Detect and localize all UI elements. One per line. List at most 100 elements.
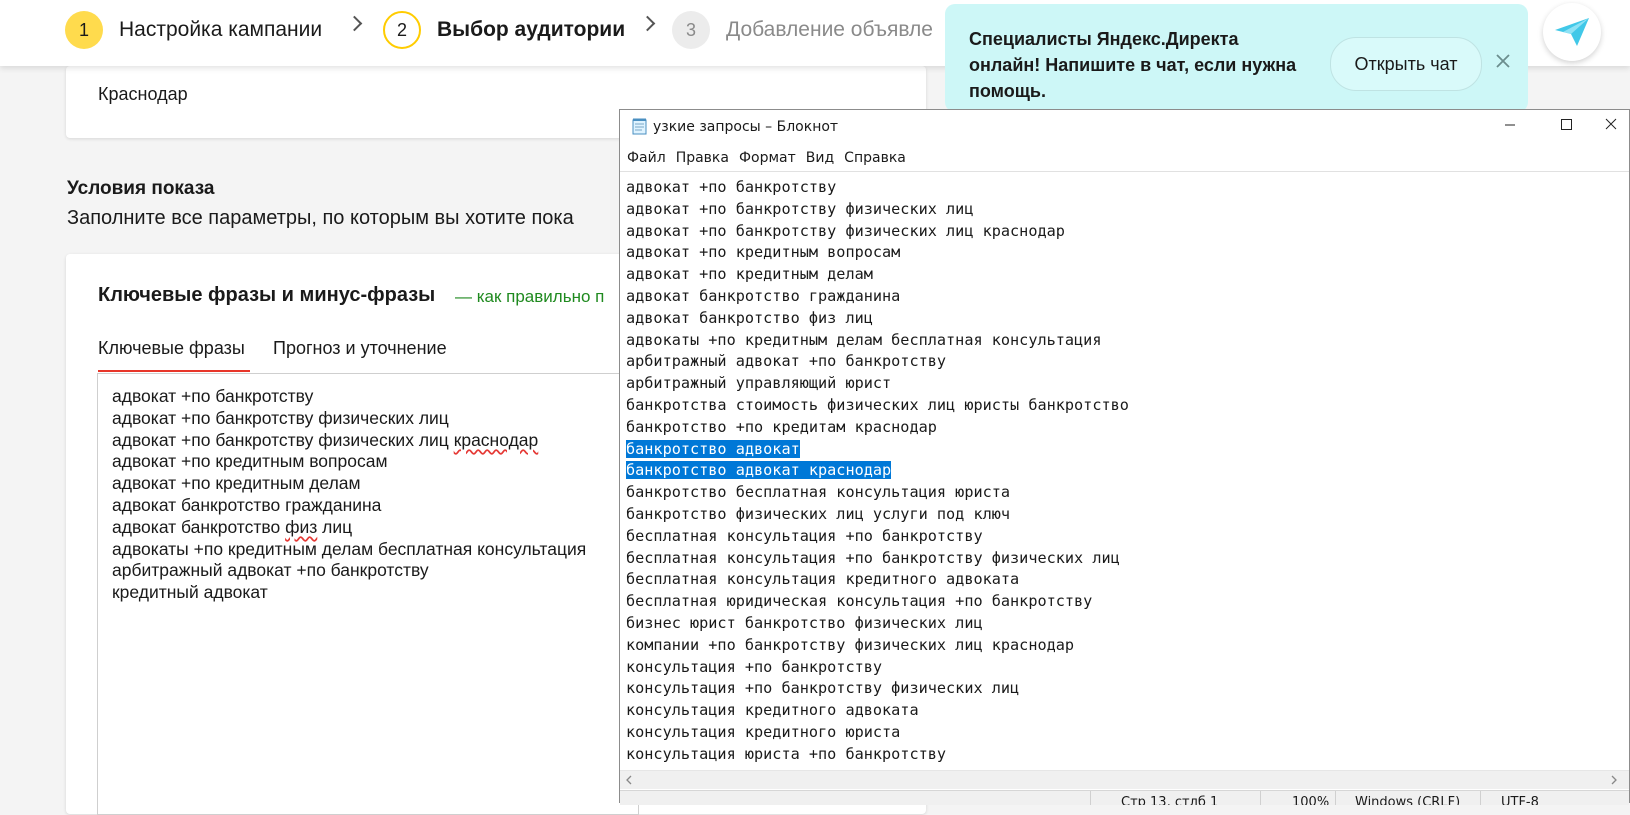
step-audience[interactable]: 2 Выбор аудитории — [383, 10, 625, 50]
step-campaign-settings[interactable]: 1 Настройка кампании — [65, 10, 322, 50]
cursor-position: Стр 13, стлб 1 — [1121, 795, 1219, 805]
chevron-right-icon — [346, 15, 363, 32]
horizontal-scrollbar[interactable] — [620, 770, 1629, 789]
step-label: Настройка кампании — [119, 18, 323, 41]
text-line: банкротство физических лиц услуги под кл… — [626, 504, 1129, 526]
keyword-text: адвокат +по банкротству физических лиц — [112, 429, 454, 450]
step-add-ads[interactable]: 3 Добавление объявле — [672, 10, 933, 50]
line-text: банкротство адвокат — [626, 439, 800, 458]
minimize-icon[interactable] — [1481, 110, 1539, 142]
close-icon[interactable] — [1582, 110, 1630, 142]
keyword-line: адвокат +по банкротству физических лиц — [112, 408, 586, 430]
text-line: банкротство бесплатная консультация юрис… — [626, 482, 1129, 504]
line-text: банкротство адвокат краснодар — [626, 461, 892, 480]
chat-launcher-button[interactable] — [1543, 3, 1601, 61]
step-number: 2 — [383, 11, 421, 49]
encoding: UTF-8 — [1501, 795, 1539, 805]
keyword-line: адвокаты +по кредитным делам бесплатная … — [112, 539, 586, 561]
keyword-line: кредитный адвокат — [112, 582, 586, 604]
chat-message: Специалисты Яндекс.Директа онлайн! Напиш… — [969, 29, 1297, 101]
keyword-line: арбитражный адвокат +по банкротству — [112, 560, 586, 582]
menu-help[interactable]: Справка — [844, 150, 906, 172]
keyword-text: адвокат +по кредитным вопросам — [112, 451, 388, 472]
text-line: арбитражный адвокат +по банкротству — [626, 351, 1129, 373]
text-line: адвокат +по банкротству физических лиц — [626, 199, 1129, 221]
notepad-text-area[interactable]: адвокат +по банкротству адвокат +по банкр… — [620, 171, 1629, 769]
line-text: адвокат банкротство гражданина — [626, 286, 901, 305]
keywords-help-link[interactable]: — как правильно п — [455, 287, 604, 307]
keyword-text: арбитражный адвокат +по банкротству — [112, 560, 429, 581]
line-text: адвокат +по банкротству физических лиц к… — [626, 221, 1065, 240]
keyword-text: адвокат +по банкротству физических лиц — [112, 407, 449, 428]
text-line: арбитражный управляющий юрист — [626, 373, 1129, 395]
keyword-text: адвокат банкротство — [112, 516, 286, 537]
keyword-text: адвокат банкротство гражданина — [112, 494, 382, 515]
line-text: бесплатная консультация +по банкротству — [626, 526, 983, 545]
line-text: банкротства стоимость физических лиц юри… — [626, 395, 1129, 414]
text-line: адвокаты +по кредитным делам бесплатная … — [626, 330, 1129, 352]
line-text: бизнес юрист банкротство физических лиц — [626, 613, 983, 632]
scroll-left-icon[interactable] — [625, 775, 633, 785]
notepad-window[interactable]: узкие запросы – Блокнот Файл Правка Форм… — [619, 109, 1630, 805]
section-title: Условия показа — [67, 178, 215, 199]
text-line: консультация кредитного адвоката — [626, 700, 1129, 722]
selected-text-line: банкротство адвокат краснодар — [626, 460, 1129, 482]
text-line: адвокат +по кредитным вопросам — [626, 242, 1129, 264]
section-description: Заполните все параметры, по которым вы х… — [67, 207, 574, 229]
keywords-text[interactable]: адвокат +по банкротству адвокат +по банкр… — [112, 386, 586, 604]
zoom-level: 100% — [1292, 795, 1330, 805]
keyword-line: адвокат +по банкротству физических лиц к… — [112, 430, 586, 452]
notepad-titlebar[interactable]: узкие запросы – Блокнот — [620, 110, 1629, 142]
line-text: арбитражный управляющий юрист — [626, 374, 892, 393]
tab-keywords[interactable]: Ключевые фразы — [98, 338, 245, 359]
text-line: банкротство +по кредитам краснодар — [626, 417, 1129, 439]
misspelled-word: краснодар — [453, 429, 539, 450]
window-title: узкие запросы – Блокнот — [653, 119, 839, 135]
menu-edit[interactable]: Правка — [676, 150, 729, 172]
line-text: банкротство физических лиц услуги под кл… — [626, 504, 1011, 523]
menu-view[interactable]: Вид — [806, 150, 834, 172]
step-number: 1 — [65, 11, 103, 49]
line-text: банкротство бесплатная консультация юрис… — [626, 483, 1011, 502]
keyword-line: адвокат банкротство гражданина — [112, 495, 586, 517]
line-text: консультация +по банкротству — [626, 657, 883, 676]
text-line: адвокат +по банкротству физических лиц к… — [626, 221, 1129, 243]
keyword-line: адвокат +по банкротству — [112, 386, 586, 408]
text-line: бизнес юрист банкротство физических лиц — [626, 613, 1129, 635]
tab-forecast[interactable]: Прогноз и уточнение — [273, 338, 447, 359]
close-icon[interactable] — [1493, 51, 1513, 71]
line-text: адвокаты +по кредитным делам бесплатная … — [626, 330, 1102, 349]
line-endings: Windows (CRLF) — [1355, 795, 1461, 805]
step-label: Выбор аудитории — [437, 18, 626, 41]
line-text: адвокат +по банкротству физических лиц — [626, 199, 974, 218]
text-line: консультация кредитного юриста — [626, 722, 1129, 744]
keywords-title: Ключевые фразы и минус-фразы — [98, 284, 436, 306]
text-line: консультация +по банкротству физических … — [626, 678, 1129, 700]
scroll-right-icon[interactable] — [1610, 775, 1618, 785]
text-line: бесплатная юридическая консультация +по … — [626, 591, 1129, 613]
support-chat-popup: Специалисты Яндекс.Директа онлайн! Напиш… — [945, 4, 1528, 112]
line-text: консультация юриста +по банкротству — [626, 744, 947, 763]
line-text: компании +по банкротству физических лиц … — [626, 635, 1075, 654]
notepad-icon — [632, 118, 647, 135]
text-line: адвокат +по банкротству — [626, 177, 1129, 199]
keyword-text: кредитный адвокат — [112, 582, 268, 603]
line-text: бесплатная консультация кредитного адвок… — [626, 570, 1020, 589]
text-line: компании +по банкротству физических лиц … — [626, 635, 1129, 657]
line-text: адвокат +по кредитным делам — [626, 265, 873, 284]
open-chat-button[interactable]: Открыть чат — [1330, 37, 1482, 91]
line-text: консультация кредитного юриста — [626, 722, 901, 741]
region-value: Краснодар — [98, 84, 188, 104]
line-text: адвокат +по банкротству — [626, 178, 837, 196]
text-line: бесплатная консультация +по банкротству … — [626, 548, 1129, 570]
keyword-line: адвокат банкротство физ лиц — [112, 517, 586, 539]
menu-file[interactable]: Файл — [627, 150, 666, 172]
menu-format[interactable]: Формат — [739, 150, 796, 172]
line-text: бесплатная консультация +по банкротству … — [626, 548, 1120, 567]
text-line: консультация +по банкротству — [626, 657, 1129, 679]
text-line: адвокат +по кредитным делам — [626, 264, 1129, 286]
text-line: адвокат банкротство гражданина — [626, 286, 1129, 308]
notepad-text[interactable]: адвокат +по банкротству адвокат +по банкр… — [626, 177, 1129, 766]
text-line: бесплатная консультация +по банкротству — [626, 526, 1129, 548]
line-text: арбитражный адвокат +по банкротству — [626, 352, 947, 371]
